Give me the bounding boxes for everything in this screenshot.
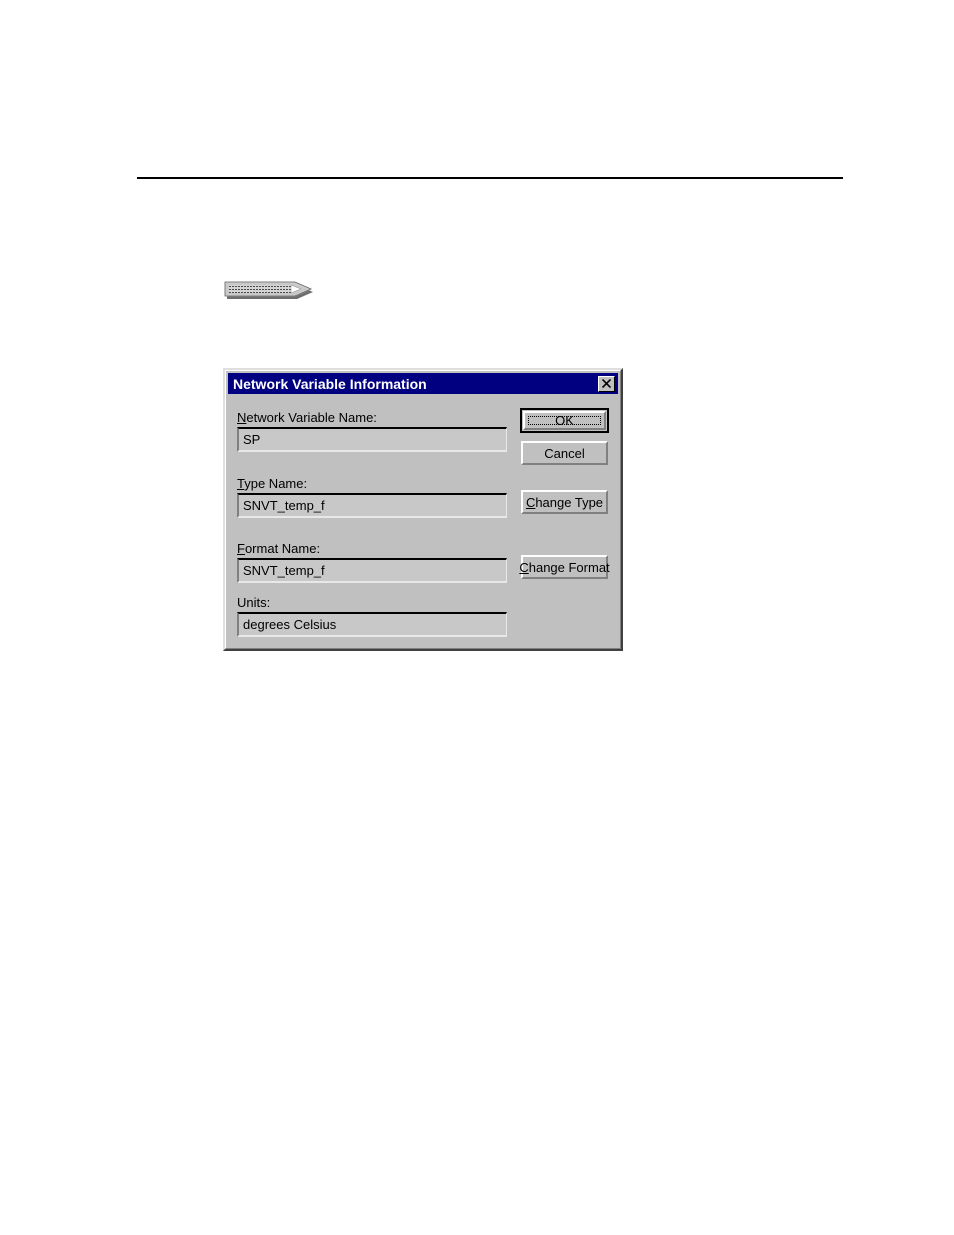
ok-button[interactable]: OK xyxy=(520,408,609,433)
network-variable-name-input[interactable] xyxy=(237,427,507,452)
units-input[interactable] xyxy=(237,612,507,637)
label-rest: hange Format xyxy=(528,559,610,575)
cancel-button-label: Cancel xyxy=(544,445,585,461)
label-rest: ype Name: xyxy=(244,476,308,491)
accel-char: F xyxy=(237,541,245,556)
accel-char: C xyxy=(519,559,529,575)
horizontal-rule xyxy=(137,177,843,179)
format-name-input[interactable] xyxy=(237,558,507,583)
label-network-variable-name: Network Variable Name: xyxy=(237,410,507,425)
label-rest: hange Type xyxy=(535,494,604,510)
ok-button-label: OK xyxy=(555,413,574,428)
field-type-name: Type Name: xyxy=(237,476,507,518)
field-format-name: Format Name: xyxy=(237,541,507,583)
dialog-title: Network Variable Information xyxy=(233,375,427,392)
field-network-variable-name: Network Variable Name: xyxy=(237,410,507,452)
label-units: Units: xyxy=(237,595,507,610)
label-format-name: Format Name: xyxy=(237,541,507,556)
arrow-banner-graphic xyxy=(223,279,315,301)
cancel-button[interactable]: Cancel xyxy=(521,441,608,465)
close-icon xyxy=(602,379,611,388)
dialog-body: Network Variable Name: Type Name: Format… xyxy=(225,396,621,649)
change-format-button-label: Change Format xyxy=(519,560,609,575)
label-type-name: Type Name: xyxy=(237,476,507,491)
change-type-button[interactable]: Change Type xyxy=(521,490,608,514)
accel-char: C xyxy=(525,494,536,510)
type-name-input[interactable] xyxy=(237,493,507,518)
ok-button-face: OK xyxy=(523,411,606,430)
ok-button-focus-rect: OK xyxy=(528,413,601,428)
close-button[interactable] xyxy=(598,375,615,392)
label-rest: ormat Name: xyxy=(244,541,321,556)
network-variable-information-dialog: Network Variable Information Network Var… xyxy=(223,368,623,651)
field-units: Units: xyxy=(237,595,507,637)
accel-char: N xyxy=(237,410,247,425)
change-type-button-label: Change Type xyxy=(526,495,603,510)
label-rest: etwork Variable Name: xyxy=(246,410,377,425)
change-format-button[interactable]: Change Format xyxy=(519,555,610,579)
label-rest: Units: xyxy=(237,595,271,610)
dialog-titlebar[interactable]: Network Variable Information xyxy=(228,373,618,394)
